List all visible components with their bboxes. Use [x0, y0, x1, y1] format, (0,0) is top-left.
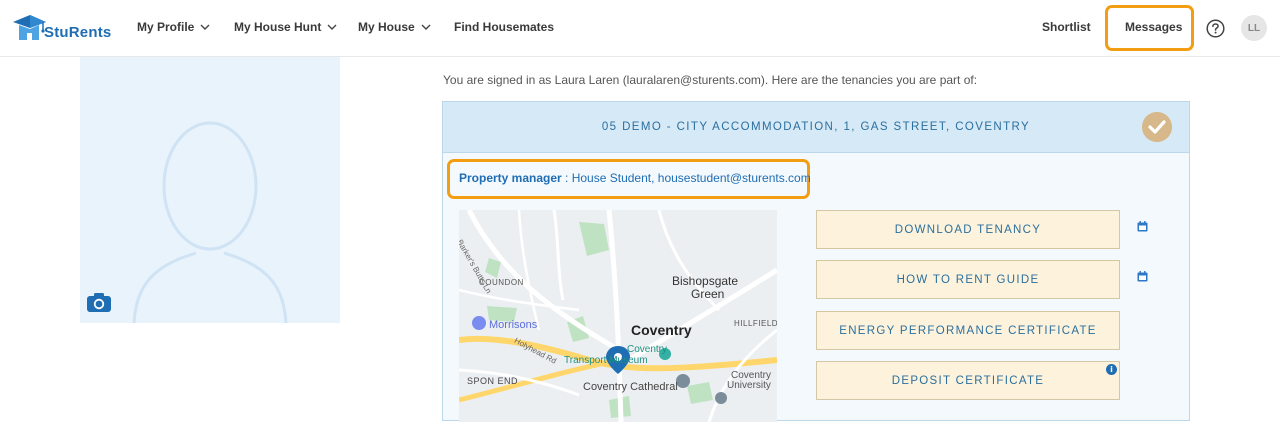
nav-find-housemates[interactable]: Find Housemates [454, 20, 554, 34]
property-manager-label: Property manager [459, 171, 562, 185]
chevron-down-icon [421, 24, 431, 30]
camera-icon[interactable] [86, 291, 112, 313]
map-label-coventry: Coventry [631, 322, 692, 338]
brand-name: StuRents [44, 23, 112, 41]
map-label-hillfield: HILLFIELD [734, 319, 777, 328]
nav-my-profile-label: My Profile [137, 20, 195, 34]
nav-my-house[interactable]: My House [358, 20, 431, 34]
chevron-down-icon [200, 24, 210, 30]
sturents-logo[interactable]: StuRents [10, 12, 111, 46]
nav-messages[interactable]: Messages [1125, 20, 1182, 34]
nav-my-house-label: My House [358, 20, 415, 34]
avatar-initials: LL [1247, 22, 1261, 34]
download-tenancy-button[interactable]: DOWNLOAD TENANCY [816, 210, 1120, 249]
nav-my-house-hunt-label: My House Hunt [234, 20, 322, 34]
deposit-certificate-button[interactable]: DEPOSIT CERTIFICATE [816, 361, 1120, 400]
map-label-morrisons: Morrisons [489, 319, 538, 331]
check-circle-icon [1142, 112, 1172, 142]
property-location-map[interactable]: Barker's Butts Ln COUNDON Bishopsgate Gr… [459, 210, 777, 422]
signed-in-message: You are signed in as Laura Laren (laural… [443, 73, 978, 87]
tenancy-header[interactable]: 05 DEMO - CITY ACCOMMODATION, 1, GAS STR… [443, 102, 1189, 153]
calendar-icon[interactable] [1137, 221, 1148, 232]
map-label-university-line2: University [727, 380, 771, 391]
nav-find-housemates-label: Find Housemates [454, 20, 555, 34]
chevron-down-icon [327, 24, 337, 30]
map-label-green: Green [691, 287, 725, 301]
tenancy-title: 05 DEMO - CITY ACCOMMODATION, 1, GAS STR… [601, 121, 1031, 133]
property-manager-contact[interactable]: House Student, housestudent@sturents.com [572, 171, 811, 185]
deposit-certificate-label: DEPOSIT CERTIFICATE [891, 374, 1045, 387]
tenancy-card: 05 DEMO - CITY ACCOMMODATION, 1, GAS STR… [442, 101, 1190, 422]
map-label-bishopsgate: Bishopsgate [672, 274, 739, 288]
user-avatar[interactable]: LL [1241, 15, 1267, 41]
nav-shortlist[interactable]: Shortlist [1042, 20, 1091, 34]
map-label-cathedral: Coventry Cathedral [583, 381, 678, 393]
nav-my-profile[interactable]: My Profile [137, 20, 210, 34]
profile-photo-panel [80, 57, 340, 323]
nav-my-house-hunt[interactable]: My House Hunt [234, 20, 337, 34]
calendar-icon[interactable] [1137, 271, 1148, 282]
property-manager-separator: : [561, 171, 572, 185]
how-to-rent-guide-button[interactable]: HOW TO RENT GUIDE [816, 260, 1120, 299]
how-to-rent-guide-label: HOW TO RENT GUIDE [896, 273, 1040, 286]
top-navigation-bar: StuRents My Profile My House Hunt My Hou… [0, 0, 1280, 57]
info-icon[interactable]: i [1106, 364, 1117, 375]
nav-shortlist-label: Shortlist [1042, 20, 1091, 34]
map-label-museum-line1: Coventry [627, 344, 668, 355]
download-tenancy-label: DOWNLOAD TENANCY [894, 223, 1042, 236]
person-silhouette-icon [132, 121, 288, 323]
map-label-museum-line2: Transport Museum [564, 355, 648, 366]
energy-performance-certificate-label: ENERGY PERFORMANCE CERTIFICATE [839, 324, 1097, 337]
graduation-cap-house-icon [13, 15, 46, 40]
map-label-coundon: COUNDON [479, 278, 524, 287]
nav-messages-label: Messages [1125, 20, 1183, 34]
energy-performance-certificate-button[interactable]: ENERGY PERFORMANCE CERTIFICATE [816, 311, 1120, 350]
property-manager-line: Property manager : House Student, houses… [459, 171, 811, 185]
question-circle-icon[interactable] [1206, 19, 1225, 38]
map-label-spon-end: SPON END [467, 376, 519, 386]
